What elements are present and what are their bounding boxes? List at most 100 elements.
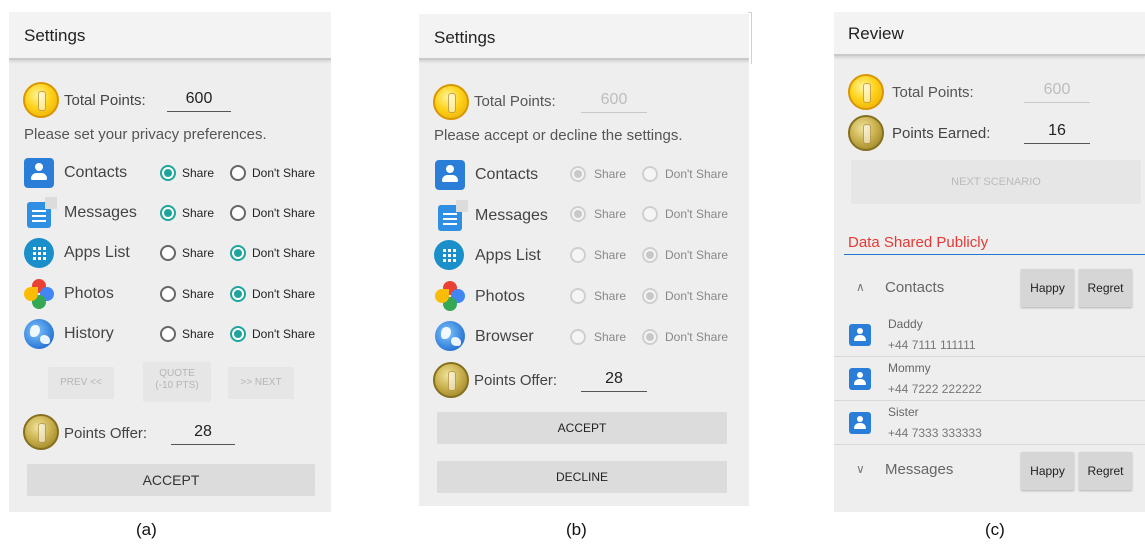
next-scenario-button[interactable]: NEXT SCENARIO [851,160,1141,204]
caption-c: (c) [985,520,1005,539]
history-icon [24,319,54,349]
share-radio-label: Share [594,330,627,344]
bronze-coin-icon [23,414,59,450]
regret-button[interactable]: Regret [1079,452,1132,490]
happy-button[interactable]: Happy [1021,269,1074,307]
caption-a: (a) [136,520,157,539]
dont-share-radio [642,329,658,345]
accept-button[interactable]: ACCEPT [27,464,315,496]
dont-share-radio-label: Don't Share [252,206,315,220]
permission-label: Contacts [475,166,539,183]
group-row-contacts[interactable]: ∧ Contacts Happy Regret [834,266,1145,310]
dont-share-radio[interactable] [230,205,246,221]
dont-share-radio-label: Don't Share [665,207,728,221]
regret-button[interactable]: Regret [1079,269,1132,307]
points-offer-label: Points Offer: [474,372,558,389]
dont-share-radio [642,206,658,222]
prev-button[interactable]: PREV << [48,367,114,399]
share-radio[interactable] [160,205,176,221]
photos-icon [435,281,465,311]
figure: Settings Total Points: 600 Please set yo… [0,0,1145,544]
permission-label: Photos [64,285,114,302]
permission-label: Contacts [64,164,128,181]
dont-share-radio-label: Don't Share [665,289,728,303]
group-label: Contacts [885,279,945,296]
total-points-label: Total Points: [64,92,146,109]
page-title: Settings [24,26,86,45]
dont-share-radio-label: Don't Share [665,330,728,344]
apps-icon [434,240,464,270]
dont-share-radio-label: Don't Share [252,166,315,180]
browser-icon [435,321,465,351]
share-radio [570,206,586,222]
share-radio-label: Share [594,289,627,303]
messages-icon [27,197,57,228]
chevron-down-icon: ∨ [856,462,865,476]
gold-coin-icon [23,82,59,118]
total-points-label: Total Points: [892,84,974,101]
quote-button-label: QUOTE [159,368,195,379]
permission-label: Browser [475,328,534,345]
chevron-up-icon: ∧ [856,280,865,294]
dont-share-radio[interactable] [230,245,246,261]
dont-share-radio[interactable] [230,286,246,302]
settings-prompt: Please accept or decline the settings. [434,127,683,144]
privacy-prompt: Please set your privacy preferences. [24,126,267,143]
share-radio [570,247,586,263]
group-label: Messages [885,461,954,478]
contacts-icon [435,160,465,190]
share-radio [570,166,586,182]
dont-share-radio [642,166,658,182]
gold-coin-icon [848,74,884,110]
permission-label: Messages [475,207,548,224]
share-radio-label: Share [594,207,627,221]
dont-share-radio-label: Don't Share [252,246,315,260]
dont-share-radio[interactable] [230,326,246,342]
contact-name: Sister [888,405,919,419]
contact-avatar-icon [849,324,871,346]
total-points-label: Total Points: [474,93,556,110]
share-radio[interactable] [160,286,176,302]
permission-label: History [64,325,114,342]
share-radio-label: Share [182,206,215,220]
dont-share-radio [642,288,658,304]
bronze-coin-icon [848,115,884,151]
group-row-messages[interactable]: ∨ Messages Happy Regret [834,448,1145,492]
share-radio [570,329,586,345]
contact-name: Daddy [888,317,923,331]
dont-share-radio [642,247,658,263]
app-bar: Review [834,12,1145,56]
contact-row: Mommy +44 7222 222222 [834,357,1145,401]
points-offer-label: Points Offer: [64,425,148,442]
share-radio [570,288,586,304]
share-radio-label: Share [182,327,215,341]
points-offer-value: 28 [581,368,647,392]
page-title: Review [848,24,904,43]
points-earned-label: Points Earned: [892,125,991,142]
accept-button[interactable]: ACCEPT [437,412,727,444]
dont-share-radio-label: Don't Share [252,287,315,301]
decline-button[interactable]: DECLINE [437,461,727,493]
dont-share-radio[interactable] [230,165,246,181]
messages-icon [438,200,468,231]
happy-button[interactable]: Happy [1021,452,1074,490]
total-points-value: 600 [1024,79,1090,103]
share-radio-label: Share [182,287,215,301]
share-radio[interactable] [160,165,176,181]
bronze-coin-icon [433,362,469,398]
total-points-value: 600 [167,88,231,112]
permission-label: Apps List [475,247,541,264]
contacts-icon [24,158,54,188]
settings-screen-a: Settings Total Points: 600 Please set yo… [9,12,331,512]
permission-label: Messages [64,204,137,221]
contact-row: Daddy +44 7111 111111 [834,313,1145,357]
share-radio[interactable] [160,326,176,342]
quote-button[interactable]: QUOTE (-10 PTS) [143,362,211,402]
dont-share-radio-label: Don't Share [252,327,315,341]
share-radio[interactable] [160,245,176,261]
quote-cost-label: (-10 PTS) [155,380,199,391]
next-button[interactable]: >> NEXT [228,367,294,399]
contact-name: Mommy [888,361,931,375]
contact-row: Sister +44 7333 333333 [834,401,1145,445]
caption-b: (b) [566,520,587,539]
